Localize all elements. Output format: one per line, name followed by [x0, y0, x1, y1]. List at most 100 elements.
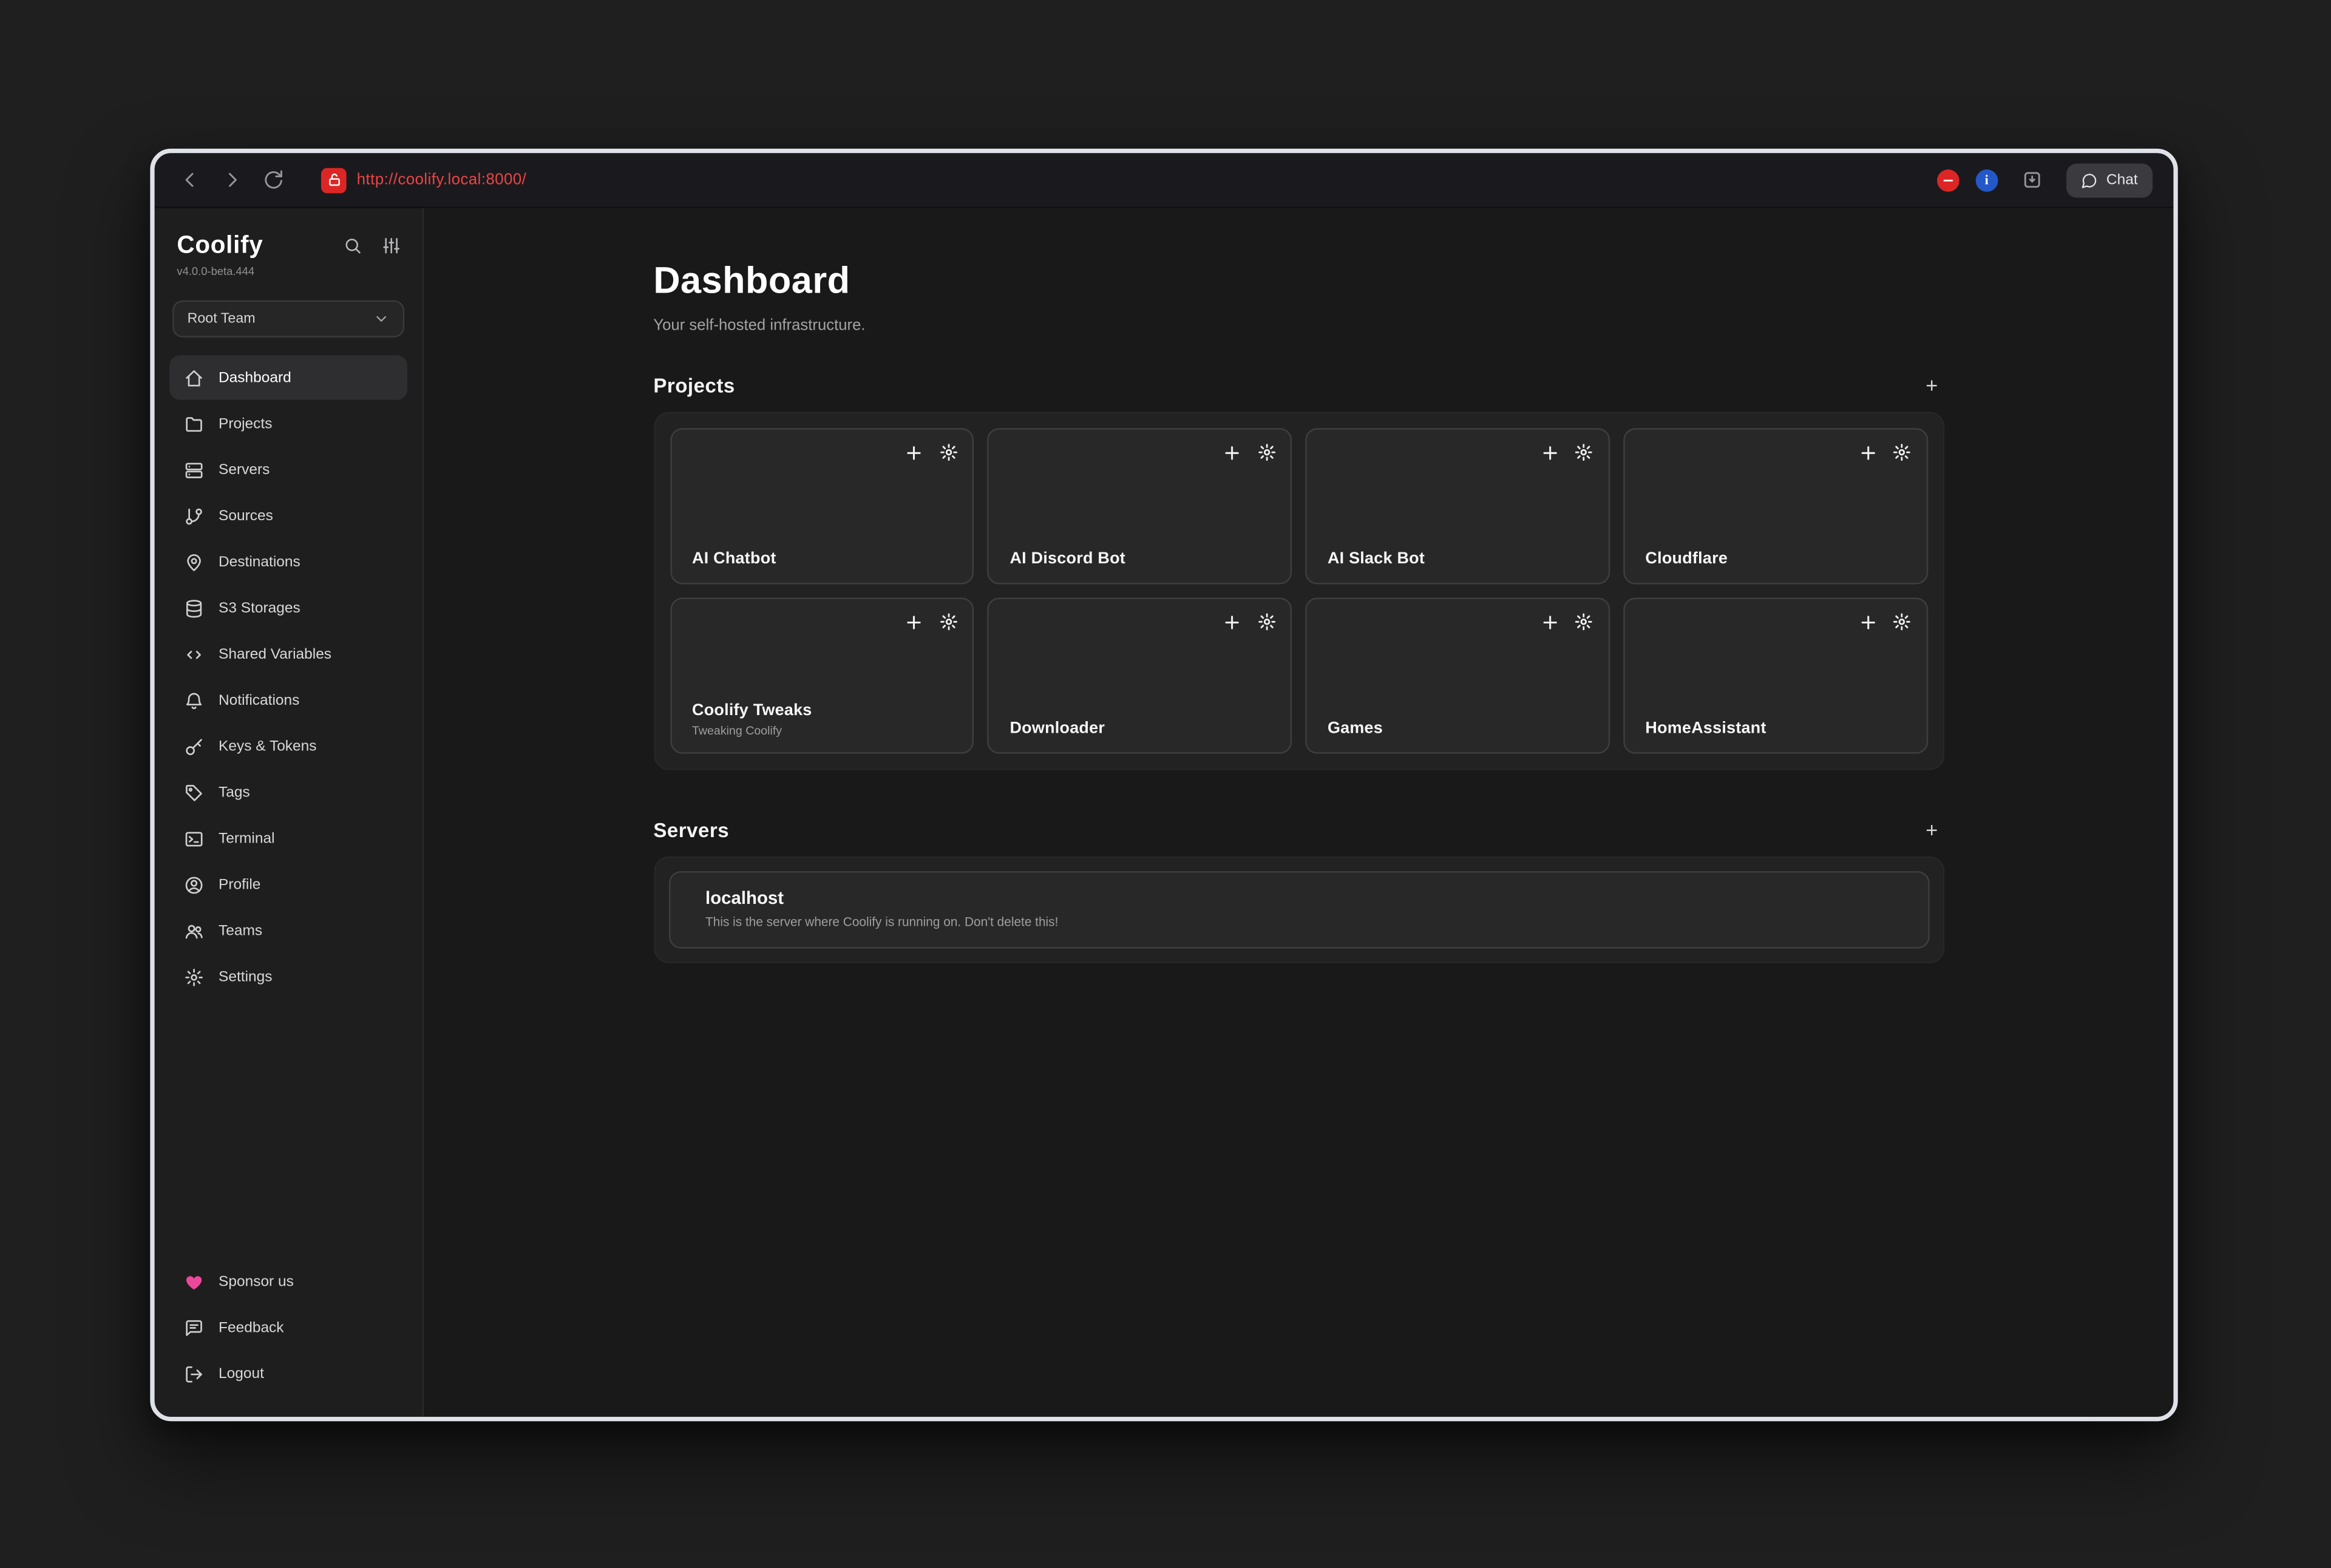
server-card[interactable]: localhost This is the server where Cooli… — [668, 871, 1929, 948]
project-name: HomeAssistant — [1645, 719, 1911, 737]
team-selector[interactable]: Root Team — [172, 300, 404, 338]
sidebar-item-s3-storages[interactable]: S3 Storages — [169, 586, 407, 630]
project-settings-button[interactable] — [1893, 443, 1912, 463]
project-card[interactable]: Downloader — [988, 597, 1292, 753]
sidebar-item-sources[interactable]: Sources — [169, 494, 407, 538]
gear-icon — [185, 967, 204, 986]
sidebar-item-teams[interactable]: Teams — [169, 908, 407, 952]
sidebar-item-keys-tokens[interactable]: Keys & Tokens — [169, 724, 407, 769]
project-settings-button[interactable] — [1257, 613, 1276, 633]
sidebar-item-label: Dashboard — [219, 370, 291, 386]
sidebar-item-label: Teams — [219, 923, 262, 939]
forward-button[interactable] — [214, 162, 250, 198]
project-add-resource-button[interactable] — [1858, 443, 1878, 463]
sidebar-item-label: Sponsor us — [219, 1274, 294, 1290]
projects-add-button[interactable]: + — [1919, 372, 1944, 398]
feedback-button[interactable]: Feedback — [169, 1305, 407, 1349]
project-name: Coolify Tweaks — [692, 702, 958, 719]
sidebar-item-servers[interactable]: Servers — [169, 447, 407, 492]
project-add-resource-button[interactable] — [1222, 443, 1242, 463]
app-name: Coolify — [177, 232, 263, 260]
desktop-background: http://coolify.local:8000/ i Chat Coolif… — [0, 0, 2331, 1568]
project-add-resource-button[interactable] — [1222, 613, 1242, 633]
project-add-resource-button[interactable] — [1540, 443, 1560, 463]
sidebar-item-tags[interactable]: Tags — [169, 770, 407, 815]
project-settings-button[interactable] — [939, 443, 958, 463]
sidebar-item-terminal[interactable]: Terminal — [169, 816, 407, 860]
project-add-resource-button[interactable] — [904, 613, 925, 633]
project-name: AI Chatbot — [692, 550, 958, 568]
reload-button[interactable] — [256, 162, 291, 198]
project-settings-button[interactable] — [1257, 443, 1276, 463]
project-name: Cloudflare — [1645, 550, 1911, 568]
sidebar-item-label: Servers — [219, 461, 270, 478]
server-name: localhost — [705, 888, 1892, 908]
sidebar-item-shared-variables[interactable]: Shared Variables — [169, 632, 407, 676]
project-settings-button[interactable] — [1575, 613, 1593, 633]
sidebar: Coolify v4.0.0-beta.444 Root Team Dashbo… — [155, 208, 424, 1417]
project-card[interactable]: HomeAssistant — [1623, 597, 1927, 753]
sidebar-item-dashboard[interactable]: Dashboard — [169, 355, 407, 399]
project-add-resource-button[interactable] — [1858, 613, 1878, 633]
project-card[interactable]: Cloudflare — [1623, 428, 1927, 584]
search-icon[interactable] — [344, 237, 362, 256]
sidebar-item-projects[interactable]: Projects — [169, 401, 407, 446]
servers-panel: localhost This is the server where Cooli… — [653, 857, 1944, 963]
folder-icon — [185, 414, 204, 433]
sidebar-item-label: Logout — [219, 1365, 264, 1382]
project-card[interactable]: AI Slack Bot — [1305, 428, 1609, 584]
server-icon — [185, 460, 204, 480]
project-card[interactable]: Coolify Tweaks Tweaking Coolify — [670, 597, 974, 753]
sidebar-item-label: Shared Variables — [219, 646, 331, 662]
team-selector-value: Root Team — [188, 311, 256, 327]
project-add-resource-button[interactable] — [1540, 613, 1560, 633]
user-icon — [185, 875, 204, 894]
project-description: Tweaking Coolify — [692, 724, 958, 738]
save-extension-icon[interactable] — [2014, 162, 2050, 198]
sidebar-item-profile[interactable]: Profile — [169, 862, 407, 906]
sidebar-item-label: Keys & Tokens — [219, 738, 317, 755]
sidebar-item-label: Projects — [219, 415, 272, 432]
info-extension-icon[interactable]: i — [1975, 169, 1998, 191]
sidebar-item-destinations[interactable]: Destinations — [169, 540, 407, 584]
projects-panel: AI Chatbot AI Discord Bot — [653, 412, 1944, 770]
project-settings-button[interactable] — [1575, 443, 1593, 463]
sidebar-item-label: Sources — [219, 507, 273, 524]
project-card[interactable]: Games — [1305, 597, 1609, 753]
servers-section-title: Servers — [653, 818, 729, 841]
key-icon — [185, 736, 204, 756]
logout-button[interactable]: Logout — [169, 1351, 407, 1396]
chat-button[interactable]: Chat — [2066, 163, 2153, 197]
sponsor-button[interactable]: Sponsor us — [169, 1259, 407, 1303]
database-icon — [185, 599, 204, 618]
project-card[interactable]: AI Chatbot — [670, 428, 974, 584]
logout-icon — [185, 1364, 204, 1383]
project-settings-button[interactable] — [1893, 613, 1912, 633]
project-add-resource-button[interactable] — [904, 443, 925, 463]
page-subtitle: Your self-hosted infrastructure. — [653, 317, 1944, 334]
project-name: AI Discord Bot — [1009, 550, 1275, 568]
browser-toolbar: http://coolify.local:8000/ i Chat — [155, 153, 2174, 208]
project-name: Games — [1328, 719, 1593, 737]
back-button[interactable] — [172, 162, 208, 198]
adjustments-icon[interactable] — [381, 237, 400, 256]
sidebar-item-label: Settings — [219, 969, 273, 985]
main-content: Dashboard Your self-hosted infrastructur… — [424, 208, 2173, 1417]
sidebar-item-label: Tags — [219, 784, 250, 801]
servers-add-button[interactable]: + — [1919, 816, 1944, 843]
project-name: AI Slack Bot — [1328, 550, 1593, 568]
project-card[interactable]: AI Discord Bot — [988, 428, 1292, 584]
sidebar-nav: Dashboard Projects Servers Sources — [169, 355, 407, 999]
project-settings-button[interactable] — [939, 613, 958, 633]
chevron-down-icon — [373, 311, 390, 327]
blocker-extension-icon[interactable] — [1937, 169, 1959, 191]
message-icon — [185, 1318, 204, 1337]
app-version: v4.0.0-beta.444 — [169, 260, 407, 278]
url-text: http://coolify.local:8000/ — [357, 171, 527, 189]
sidebar-item-notifications[interactable]: Notifications — [169, 678, 407, 722]
sidebar-item-label: Feedback — [219, 1319, 284, 1336]
sidebar-item-settings[interactable]: Settings — [169, 954, 407, 999]
page-title: Dashboard — [653, 260, 1944, 304]
address-bar[interactable]: http://coolify.local:8000/ — [321, 168, 1931, 193]
heart-icon — [185, 1272, 204, 1291]
